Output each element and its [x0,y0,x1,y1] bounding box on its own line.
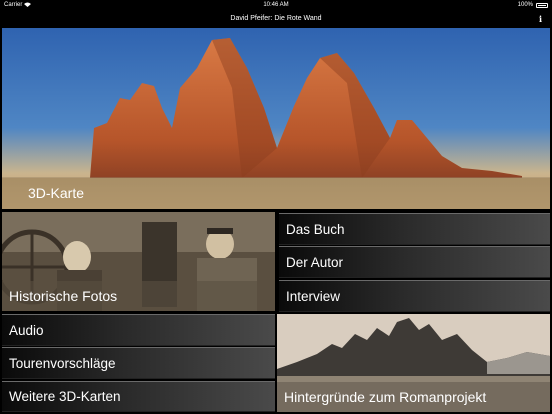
battery-status: 100% [518,0,548,10]
battery-icon [536,2,548,8]
tile-label: Interview [286,288,341,304]
tile-label: Audio [9,322,44,338]
clock: 10:46 AM [263,2,289,8]
tile-label: Der Autor [286,254,344,270]
status-bar: Carrier 10:46 AM 100% [0,0,552,10]
hero-3d-map-tile[interactable]: 3D-Karte [2,28,550,209]
tile-label: Historische Fotos [2,281,275,311]
tile-das-buch[interactable]: Das Buch [279,213,550,245]
tile-audio[interactable]: Audio [2,314,275,346]
hero-label: 3D-Karte [2,177,550,209]
tile-weitere-3d-karten[interactable]: Weitere 3D-Karten [2,381,275,412]
page-title: David Pfeifer: Die Rote Wand [230,15,322,22]
nav-bar: David Pfeifer: Die Rote Wand i [0,10,552,28]
tile-label: Tourenvorschläge [9,355,116,371]
tile-label: Hintergründe zum Romanprojekt [277,382,550,412]
tile-hintergruende-romanprojekt[interactable]: Hintergründe zum Romanprojekt [277,314,550,412]
tile-interview[interactable]: Interview [279,280,550,312]
tile-der-autor[interactable]: Der Autor [279,246,550,278]
tile-tourenvorschlaege[interactable]: Tourenvorschläge [2,347,275,379]
info-icon[interactable]: i [539,13,542,25]
tile-label: Das Buch [286,221,345,237]
tile-label: Weitere 3D-Karten [9,389,121,404]
tile-historische-fotos[interactable]: Historische Fotos [2,212,275,311]
